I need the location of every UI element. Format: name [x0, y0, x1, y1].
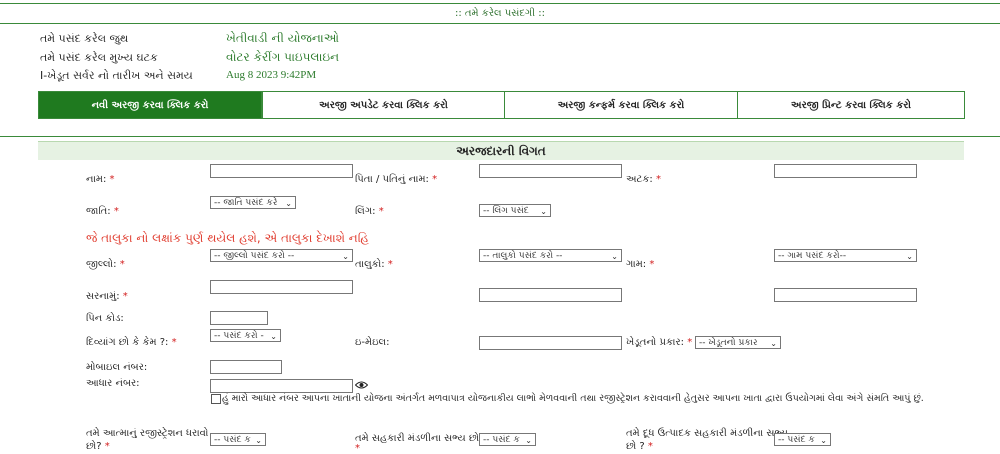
disabled-select[interactable]: -- પસંદ કરો - ⌄ — [210, 329, 281, 342]
coop-label: તમે સહકારી મંડળીના સભ્ય છો ? — [355, 433, 488, 444]
gender-select[interactable]: -- લિંગ પસંદ ⌄ — [479, 204, 551, 217]
chevron-down-icon: ⌄ — [342, 252, 349, 261]
atma-select[interactable]: -- પસંદ ક ⌄ — [210, 433, 266, 446]
pincode-label: પિન કોડ: — [86, 313, 124, 324]
server-time-value: Aug 8 2023 9:42PM — [226, 69, 317, 81]
chevron-down-icon: ⌄ — [525, 436, 532, 445]
component-value: વોટર કેરીંગ પાઇપલાઇન — [226, 50, 340, 64]
taluka-notice: જે તાલુકા નો લક્ષાંક પુર્ણ થયેલ હશે, એ ત… — [86, 231, 369, 245]
village-label: ગામ: * — [626, 259, 655, 270]
father-name-label: પિતા / પતિનું નામ: * — [355, 174, 438, 185]
address-line1-input[interactable] — [210, 280, 353, 294]
chevron-down-icon: ⌄ — [270, 332, 277, 341]
component-label: તમે પસંદ કરેલ મુખ્ય ઘટક — [40, 51, 158, 64]
district-select[interactable]: -- જીલ્લો પસંદ કરો -- ⌄ — [210, 249, 353, 262]
tab-confirm-application[interactable]: અરજી કન્ફર્મ કરવા ક્લિક કરો — [504, 91, 738, 119]
farmer-type-label: ખેડૂતનો પ્રકાર: * — [626, 337, 693, 348]
name-label: નામ: * — [86, 174, 115, 185]
address-line3-input[interactable] — [774, 288, 917, 302]
chevron-down-icon: ⌄ — [906, 252, 913, 261]
dairy-label-line1: તમે દૂધ ઉત્પાદક સહકારી મંડળીના સભ્ય — [626, 428, 788, 439]
taluka-label: તાલુકો: * — [355, 259, 393, 270]
dairy-label-line2: છો ? * — [626, 441, 653, 452]
aadhaar-label: આધાર નંબર: — [86, 378, 140, 389]
group-label: તમે પસંદ કરેલ જુથ — [40, 32, 129, 45]
tab-print-application[interactable]: અરજી પ્રિન્ટ કરવા ક્લિક કરો — [737, 91, 965, 119]
farmer-type-select[interactable]: -- ખેડૂતનો પ્રકાર ⌄ — [695, 336, 781, 349]
dairy-select[interactable]: -- પસંદ ક ⌄ — [774, 433, 831, 446]
chevron-down-icon: ⌄ — [611, 252, 618, 261]
village-select[interactable]: -- ગામ પસંદ કરો-- ⌄ — [774, 249, 917, 262]
aadhaar-consent-text: હું મારો આધાર નંબર આપના ખાતાની યોજના અંત… — [222, 393, 924, 404]
atma-label-line2: છો? * — [86, 441, 110, 452]
tab-update-application[interactable]: અરજી અપડેટ કરવા ક્લિક કરો — [262, 91, 505, 119]
group-value: ખેતીવાડી ની યોજનાઓ — [226, 31, 340, 45]
coop-select[interactable]: -- પસંદ ક ⌄ — [479, 433, 536, 446]
chevron-down-icon: ⌄ — [770, 339, 777, 348]
gender-label: લિંગ: * — [355, 206, 384, 217]
email-label: ઇ-મેઇલ: — [355, 337, 390, 348]
eye-icon[interactable] — [355, 380, 368, 390]
mobile-input[interactable] — [210, 360, 282, 374]
chevron-down-icon: ⌄ — [285, 199, 292, 208]
taluka-select[interactable]: -- તાલુકો પસંદ કરો -- ⌄ — [479, 249, 622, 262]
pincode-input[interactable] — [210, 311, 268, 325]
district-label: જીલ્લો: * — [86, 259, 125, 270]
mobile-label: મોબાઇલ નંબર: — [86, 362, 148, 373]
father-name-input[interactable] — [479, 164, 622, 178]
caste-label: જાતિ: * — [86, 206, 119, 217]
surname-input[interactable] — [774, 164, 917, 178]
aadhaar-consent-checkbox[interactable] — [211, 394, 221, 404]
address-label: સરનામું: * — [86, 291, 128, 302]
section-title: અરજદારની વિગત — [38, 141, 964, 160]
aadhaar-input[interactable] — [210, 379, 353, 393]
name-input[interactable] — [210, 164, 353, 178]
address-line2-input[interactable] — [479, 288, 622, 302]
chevron-down-icon: ⌄ — [540, 207, 547, 216]
surname-label: અટક: * — [626, 174, 661, 185]
caste-select[interactable]: -- જાતિ પસંદ કરે ⌄ — [210, 196, 296, 209]
selection-banner: :: તમે કરેલ પસંદગી :: — [454, 8, 545, 19]
atma-label-line1: તમે આત્માનું રજીસ્ટ્રેશન ધરાવો — [86, 428, 209, 439]
chevron-down-icon: ⌄ — [820, 436, 827, 445]
coop-required: * — [355, 443, 360, 454]
server-time-label: I-ખેડૂત સર્વર નો તારીખ અને સમય — [40, 69, 193, 82]
chevron-down-icon: ⌄ — [255, 436, 262, 445]
disabled-label: દિવ્યાંગ છો કે કેમ ?: * — [86, 337, 177, 348]
email-input[interactable] — [479, 336, 622, 350]
tab-new-application[interactable]: નવી અરજી કરવા ક્લિક કરો — [38, 91, 262, 119]
